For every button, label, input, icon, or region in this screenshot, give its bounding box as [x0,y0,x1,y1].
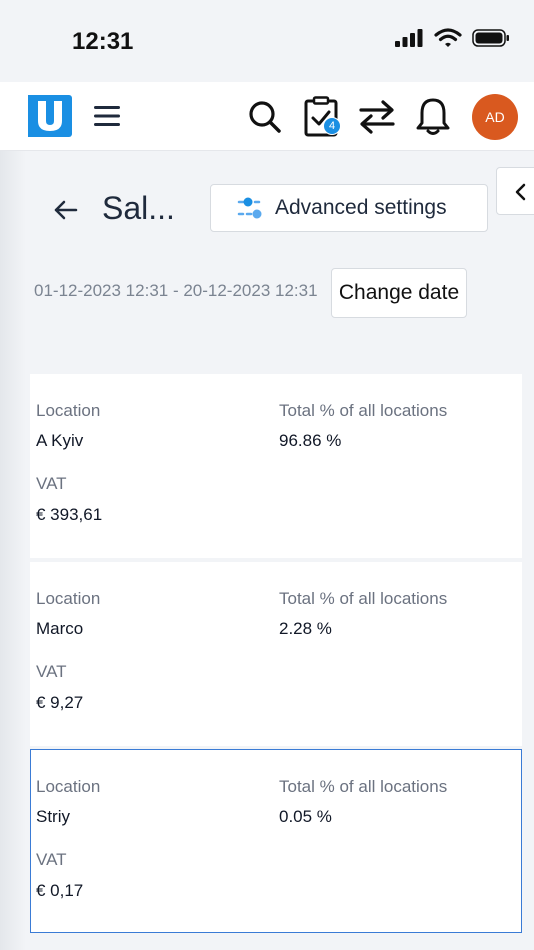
chevron-left-icon [515,183,526,201]
hamburger-icon[interactable] [92,104,122,128]
vat-label: VAT [36,474,67,493]
vat-label: VAT [36,850,67,869]
sliders-icon [237,197,265,219]
location-card[interactable]: Location A Kyiv Total % of all locations… [30,374,522,558]
status-icons [394,28,510,48]
date-range: 01-12-2023 12:31 - 20-12-2023 12:31 [34,281,318,300]
percent-label: Total % of all locations [279,401,448,420]
status-time: 12:31 [72,28,134,55]
percent-value: 2.28 % [279,619,332,638]
side-shadow [0,150,26,950]
collapse-panel-button[interactable] [496,167,534,215]
location-card[interactable]: Location Marco Total % of all locations … [30,562,522,746]
tasks-button[interactable]: 4 [303,96,343,138]
avatar[interactable]: AD [472,94,518,140]
signal-icon [395,29,423,47]
battery-icon [472,29,509,47]
vat-value: € 9,27 [36,693,84,712]
wifi-icon [434,28,462,47]
change-date-button[interactable]: Change date [331,268,467,318]
location-label: Location [36,401,101,420]
advanced-settings-label: Advanced settings [275,196,447,219]
location-label: Location [36,589,101,608]
transfer-icon[interactable] [358,96,396,136]
location-label: Location [36,777,101,796]
percent-label: Total % of all locations [279,777,448,796]
location-value: Marco [36,619,84,638]
advanced-settings-button[interactable]: Advanced settings [210,184,488,232]
vat-value: € 393,61 [36,505,103,524]
vat-label: VAT [36,662,67,681]
location-value: Striy [36,807,70,826]
tasks-badge: 4 [323,117,341,135]
status-bar: 12:31 [0,0,534,82]
page-title: Sal... [102,190,175,226]
app-header: 4 AD [0,82,534,151]
location-card-selected[interactable]: Location Striy Total % of all locations … [30,749,522,933]
back-arrow-icon[interactable] [52,196,80,224]
percent-value: 0.05 % [279,807,332,826]
percent-label: Total % of all locations [279,589,448,608]
vat-value: € 0,17 [36,881,84,900]
logo-icon[interactable] [28,95,72,137]
bell-icon[interactable] [414,96,452,136]
percent-value: 96.86 % [279,431,342,450]
search-icon[interactable] [246,96,284,136]
location-value: A Kyiv [36,431,84,450]
